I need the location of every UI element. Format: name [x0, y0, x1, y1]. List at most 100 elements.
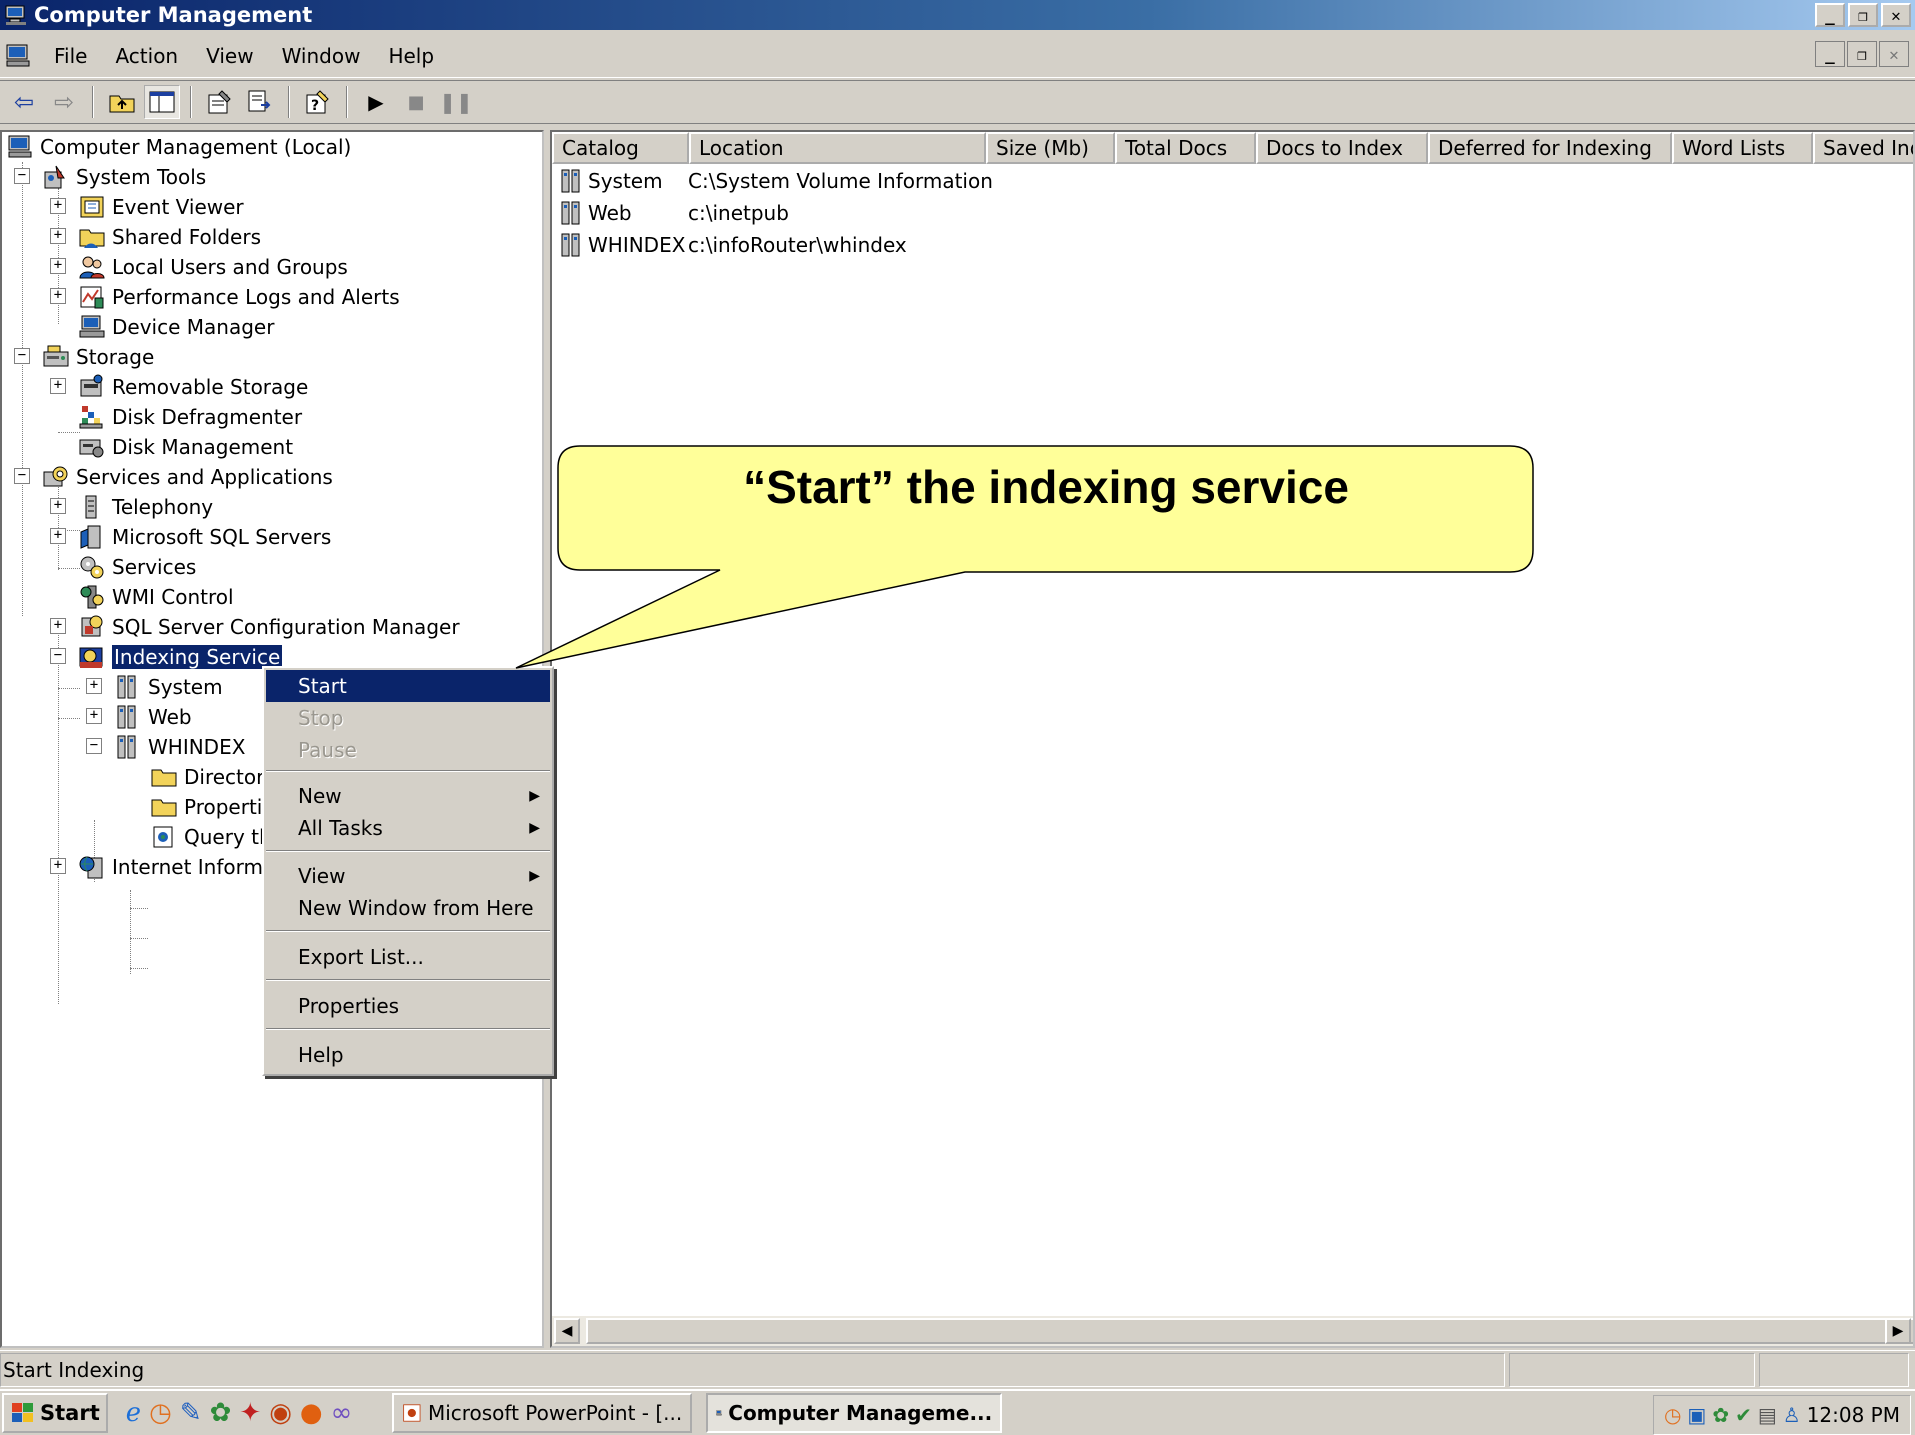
menu-view[interactable]: View — [192, 44, 267, 68]
collapse-box[interactable]: − — [14, 168, 30, 184]
menu-item-help[interactable]: Help — [266, 1039, 550, 1071]
scroll-right-button[interactable]: ▶ — [1885, 1318, 1911, 1344]
scroll-thumb[interactable] — [586, 1318, 1913, 1344]
menu-item-view[interactable]: View ▶ — [266, 860, 550, 892]
menu-file[interactable]: File — [40, 44, 101, 68]
menu-item-new-window[interactable]: New Window from Here — [266, 892, 550, 924]
acrobat-icon[interactable]: ✦ — [239, 1398, 261, 1428]
up-folder-icon[interactable] — [104, 85, 140, 119]
tree-item-local-users[interactable]: Local Users and Groups — [78, 252, 348, 282]
menu-window[interactable]: Window — [268, 44, 375, 68]
tree-item-catalog-system[interactable]: System — [114, 672, 223, 702]
scroll-left-button[interactable]: ◀ — [554, 1318, 580, 1344]
menu-item-export-list[interactable]: Export List... — [266, 941, 550, 973]
column-size[interactable]: Size (Mb) — [986, 132, 1115, 164]
tree-item-indexing-service[interactable]: Indexing Service — [78, 642, 284, 672]
tree-item-iis[interactable]: Internet Inform — [78, 852, 263, 882]
column-deferred[interactable]: Deferred for Indexing — [1428, 132, 1672, 164]
tray-clock-icon[interactable]: ◷ — [1664, 1403, 1681, 1427]
tree-item-catalog-web[interactable]: Web — [114, 702, 192, 732]
pause-service-icon[interactable]: ❚❚ — [438, 85, 474, 119]
tray-media-icon[interactable]: ▤ — [1758, 1403, 1777, 1427]
paint-icon[interactable]: ✎ — [180, 1398, 202, 1428]
tree-item-properties[interactable]: Properti — [150, 792, 262, 822]
horizontal-scrollbar[interactable]: ◀ ▶ — [552, 1316, 1913, 1346]
tree-item-telephony[interactable]: Telephony — [78, 492, 213, 522]
collapse-box[interactable]: − — [14, 468, 30, 484]
tree-item-query-catalog[interactable]: Query tl — [150, 822, 265, 852]
menu-help[interactable]: Help — [374, 44, 448, 68]
menu-action[interactable]: Action — [101, 44, 192, 68]
tree-item-services[interactable]: Services — [78, 552, 196, 582]
collapse-box[interactable]: − — [50, 648, 66, 664]
expand-box[interactable]: + — [50, 528, 66, 544]
tree-item-removable-storage[interactable]: Removable Storage — [78, 372, 308, 402]
menu-item-pause[interactable]: Pause — [266, 734, 550, 766]
taskbar-computer-management[interactable]: Computer Manageme... — [706, 1393, 1003, 1433]
tree-item-disk-defragmenter[interactable]: Disk Defragmenter — [78, 402, 302, 432]
tray-check-icon[interactable]: ✔ — [1735, 1403, 1752, 1427]
back-arrow-icon[interactable]: ⇦ — [6, 85, 42, 119]
tree-item-device-manager[interactable]: Device Manager — [78, 312, 274, 342]
collapse-box[interactable]: − — [86, 738, 102, 754]
expand-box[interactable]: + — [86, 708, 102, 724]
column-location[interactable]: Location — [689, 132, 986, 164]
child-minimize-button[interactable]: _ — [1815, 41, 1845, 67]
properties-icon[interactable] — [202, 85, 238, 119]
expand-box[interactable]: + — [50, 228, 66, 244]
minimize-button[interactable]: _ — [1815, 3, 1845, 27]
help-icon[interactable]: ? — [300, 85, 336, 119]
column-saved-indexes[interactable]: Saved Ind — [1813, 132, 1913, 164]
tree-item-directories[interactable]: Director — [150, 762, 264, 792]
export-list-icon[interactable] — [242, 85, 278, 119]
tree-item-sql-servers[interactable]: Microsoft SQL Servers — [78, 522, 331, 552]
tree-root[interactable]: Computer Management (Local) — [6, 132, 351, 162]
show-hide-tree-icon[interactable] — [144, 85, 180, 119]
expand-box[interactable]: + — [50, 258, 66, 274]
console-icon[interactable] — [4, 43, 32, 69]
tree-item-shared-folders[interactable]: Shared Folders — [78, 222, 261, 252]
menu-item-start[interactable]: Start — [266, 670, 550, 702]
expand-box[interactable]: + — [50, 618, 66, 634]
tree-item-disk-management[interactable]: Disk Management — [78, 432, 293, 462]
forward-arrow-icon[interactable]: ⇨ — [46, 85, 82, 119]
catalog-list[interactable]: Catalog Location Size (Mb) Total Docs Do… — [550, 130, 1915, 1348]
column-total-docs[interactable]: Total Docs — [1115, 132, 1256, 164]
clock-app-icon[interactable]: ◷ — [149, 1398, 172, 1428]
column-catalog[interactable]: Catalog — [552, 132, 689, 164]
child-restore-button[interactable]: ❐ — [1847, 41, 1877, 67]
menu-item-properties[interactable]: Properties — [266, 990, 550, 1022]
tray-app-icon[interactable]: ✿ — [1712, 1403, 1729, 1427]
start-service-icon[interactable]: ▶ — [358, 85, 394, 119]
stop-service-icon[interactable]: ■ — [398, 85, 434, 119]
tree-item-perf-logs[interactable]: Performance Logs and Alerts — [78, 282, 400, 312]
menu-item-all-tasks[interactable]: All Tasks ▶ — [266, 812, 550, 844]
start-button[interactable]: Start — [2, 1393, 108, 1433]
close-button[interactable]: ✕ — [1881, 3, 1911, 27]
restore-button[interactable]: ❐ — [1848, 3, 1878, 27]
tree-item-sql-config[interactable]: SQL Server Configuration Manager — [78, 612, 460, 642]
messenger-icon[interactable]: ∞ — [331, 1398, 353, 1428]
expand-box[interactable]: + — [86, 678, 102, 694]
list-row[interactable]: System C:\System Volume Information — [558, 166, 993, 196]
tree-item-catalog-whindex[interactable]: WHINDEX — [114, 732, 245, 762]
media-icon[interactable]: ◉ — [269, 1398, 292, 1428]
child-close-button[interactable]: ✕ — [1879, 41, 1909, 67]
expand-box[interactable]: + — [50, 498, 66, 514]
internet-explorer-icon[interactable]: ℯ — [126, 1398, 141, 1428]
tray-network-icon[interactable]: ▣ — [1687, 1403, 1706, 1427]
expand-box[interactable]: + — [50, 378, 66, 394]
pro-app-icon[interactable]: ✿ — [210, 1398, 232, 1428]
firefox-icon[interactable]: ● — [300, 1398, 323, 1428]
expand-box[interactable]: + — [50, 858, 66, 874]
tree-item-wmi-control[interactable]: WMI Control — [78, 582, 234, 612]
list-row[interactable]: WHINDEX c:\infoRouter\whindex — [558, 230, 907, 260]
menu-item-stop[interactable]: Stop — [266, 702, 550, 734]
tree-item-system-tools[interactable]: System Tools — [42, 162, 206, 192]
list-row[interactable]: Web c:\inetpub — [558, 198, 789, 228]
tray-user-icon[interactable]: ♙ — [1783, 1403, 1801, 1427]
collapse-box[interactable]: − — [14, 348, 30, 364]
tree-item-services-apps[interactable]: Services and Applications — [42, 462, 333, 492]
menu-item-new[interactable]: New ▶ — [266, 780, 550, 812]
column-word-lists[interactable]: Word Lists — [1672, 132, 1813, 164]
